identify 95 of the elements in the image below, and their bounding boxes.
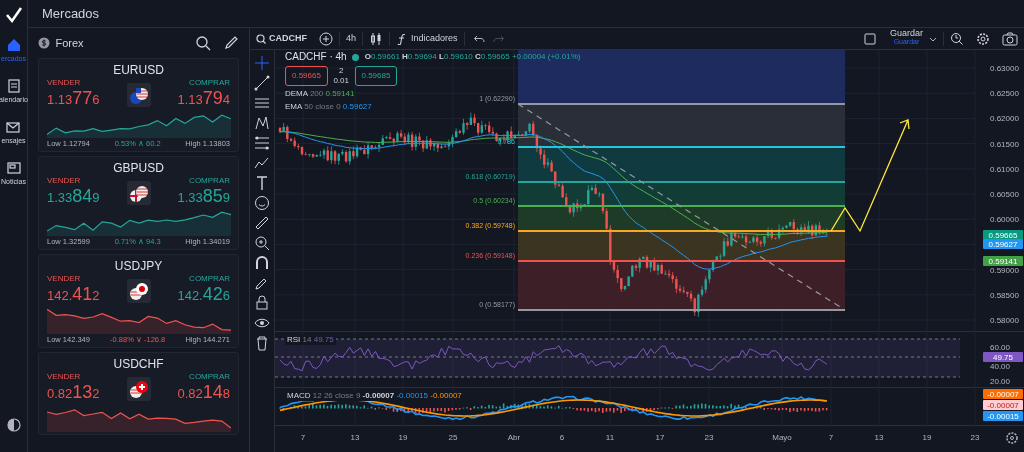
chart-title: CADCHF · 4h — [285, 51, 347, 64]
theme-toggle-icon[interactable] — [6, 418, 21, 432]
buy-price[interactable]: 1.13794 — [177, 88, 230, 110]
market-symbol: EURUSD — [112, 62, 165, 78]
price-axis-label: 0.62500 — [990, 89, 1019, 99]
price-axis-label: 0.61000 — [990, 164, 1019, 174]
time-axis-label: 17 — [655, 433, 665, 442]
price-axis-label: 0.58500 — [990, 290, 1019, 300]
sell-price[interactable]: 0.82132 — [47, 382, 100, 404]
sell-label: VENDER — [47, 274, 82, 284]
add-symbol-icon[interactable] — [319, 31, 333, 46]
sell-quote-button[interactable]: 0.59665 — [285, 66, 328, 87]
macd-badge: -0.00007 — [983, 389, 1023, 399]
checkmark-logo — [3, 5, 24, 25]
ruler-icon[interactable] — [253, 214, 271, 232]
price-axis-label: 0.60000 — [990, 215, 1019, 225]
market-card[interactable]: USDCHF VENDER 0.82132 COMPRAR 0.82148 — [38, 352, 239, 435]
calendar-icon — [5, 78, 22, 94]
price-axis-label: 0.62000 — [990, 114, 1019, 124]
time-axis-label: 11 — [605, 433, 615, 442]
time-axis-label: 6 — [559, 433, 565, 442]
ohlc-values: O0.59661 H0.59694 L0.59610 C0.59665 +0.00004 (+0.01%) — [364, 52, 581, 63]
time-axis-label: 23 — [704, 433, 714, 442]
price-axis-label: 0.60500 — [990, 190, 1019, 199]
market-open-dot-icon — [352, 53, 360, 61]
buy-quote-button[interactable]: 0.59685 — [354, 66, 398, 87]
price-badge: 0.59141 — [983, 256, 1023, 266]
market-symbol: USDCHF — [112, 356, 165, 372]
pencil-icon[interactable] — [223, 35, 239, 51]
lock-icon[interactable] — [253, 294, 271, 312]
zoom-in-icon[interactable] — [253, 234, 271, 252]
rsi-axis-label: 20.00 — [990, 377, 1011, 386]
buy-price[interactable]: 1.33859 — [177, 186, 230, 208]
dollar-coin-icon — [38, 37, 50, 49]
price-badge: 0.59627 — [983, 239, 1023, 249]
settings-icon[interactable] — [976, 31, 990, 46]
rsi-badge: 49.75 — [983, 352, 1023, 362]
layout-square-icon[interactable] — [863, 32, 876, 45]
rsi-legend: RSI 14 49.75 — [285, 335, 336, 345]
price-axis-label: 0.58000 — [990, 316, 1019, 325]
time-axis-label: 13 — [874, 433, 884, 442]
time-axis-label: Mayo — [772, 433, 792, 442]
rsi-axis-label: 60.00 — [990, 343, 1011, 352]
sell-price[interactable]: 1.13776 — [47, 88, 100, 110]
magnet-icon[interactable] — [253, 254, 271, 272]
candles-icon[interactable] — [369, 31, 383, 46]
time-axis-label: Abr — [507, 433, 521, 442]
category-label: Forex — [55, 35, 84, 51]
time-axis-label: 19 — [398, 433, 408, 442]
market-symbol: USDJPY — [113, 258, 164, 274]
macd-badge: -0.00015 — [983, 411, 1023, 421]
buy-label: COMPRAR — [188, 372, 230, 382]
rsi-axis-label: 40.00 — [990, 362, 1011, 371]
fib-levels-icon[interactable] — [253, 134, 271, 152]
camera-icon[interactable] — [1002, 31, 1018, 46]
buy-label: COMPRAR — [188, 176, 230, 186]
spread-lots: 2 — [338, 66, 345, 77]
time-axis-label: 23 — [970, 433, 980, 442]
envelope-icon — [5, 119, 22, 135]
buy-price[interactable]: 0.82148 — [177, 382, 230, 404]
header-title: Mercados — [42, 4, 100, 23]
settings-icon[interactable] — [1006, 432, 1018, 444]
indicators-button[interactable]: Indicadores — [390, 28, 464, 49]
price-axis-label: 0.59000 — [990, 265, 1019, 275]
macd-badge: -0.00007 — [983, 400, 1023, 410]
time-axis-label: 7 — [300, 433, 306, 442]
trend-line-icon[interactable] — [253, 74, 271, 92]
time-axis-label: 19 — [922, 433, 932, 442]
buy-label: COMPRAR — [188, 78, 230, 88]
search-icon[interactable] — [195, 35, 211, 51]
sell-label: VENDER — [47, 176, 82, 186]
home-icon — [5, 37, 22, 53]
spread-value: 0.01 — [333, 76, 349, 87]
time-axis-label: 13 — [350, 433, 360, 442]
interval-button[interactable]: 4h — [340, 28, 362, 49]
symbol-search[interactable]: CADCHF — [250, 28, 313, 49]
indicator-legend: EMA 50 close 0 0.59627 — [285, 102, 372, 112]
buy-label: COMPRAR — [188, 274, 230, 284]
price-axis-label: 0.61500 — [990, 139, 1019, 149]
sell-price[interactable]: 1.33849 — [47, 186, 100, 208]
buy-price[interactable]: 142.426 — [177, 284, 230, 306]
sell-label: VENDER — [47, 78, 82, 88]
time-axis-label: 25 — [448, 433, 458, 442]
pattern-icon[interactable] — [253, 114, 271, 132]
macd-legend: MACD 12 26 close 9 -0.00007 -0.00015 -0.00007 — [285, 391, 464, 401]
market-symbol: GBPUSD — [112, 160, 165, 176]
time-axis-label: 7 — [828, 433, 834, 442]
indicator-legend: DEMA 200 0.59141 — [285, 89, 355, 99]
smiley-icon[interactable] — [253, 194, 271, 212]
newspaper-icon — [5, 160, 22, 176]
sell-label: VENDER — [47, 372, 82, 382]
search-icon — [256, 33, 266, 44]
function-icon — [396, 32, 408, 45]
sell-price[interactable]: 142.412 — [47, 284, 100, 306]
price-axis-label: 0.63000 — [990, 64, 1019, 73]
